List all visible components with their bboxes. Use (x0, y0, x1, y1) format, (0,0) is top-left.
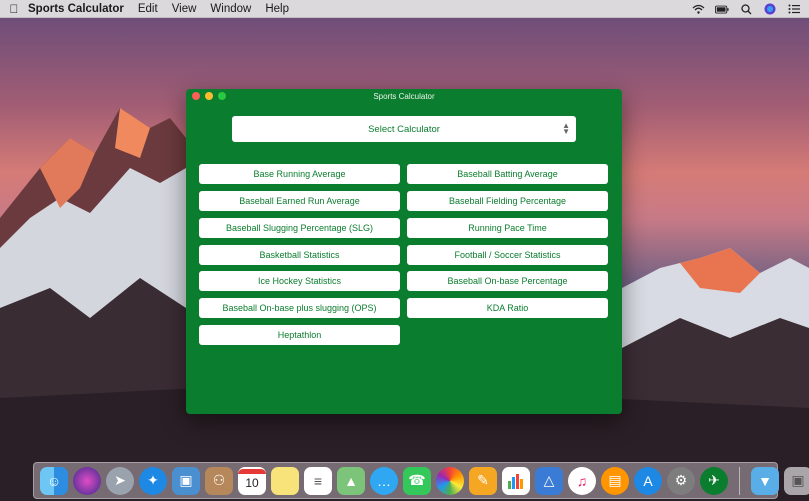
notification-center-icon[interactable] (787, 3, 801, 15)
calendar-day-label: 10 (245, 476, 259, 490)
keynote-icon[interactable]: △ (535, 466, 563, 495)
calc-button-baseball-slugging-percentage[interactable]: Baseball Slugging Percentage (SLG) (199, 218, 400, 238)
menu-window[interactable]: Window (210, 3, 251, 15)
select-calculator-dropdown[interactable]: Select Calculator ▲ ▼ (232, 116, 576, 142)
trash-icon[interactable]: ▣ (784, 466, 809, 495)
calendar-icon[interactable]: 10 (238, 466, 266, 495)
preview-icon[interactable]: ▣ (172, 466, 200, 495)
calc-button-running-pace-time[interactable]: Running Pace Time (407, 218, 608, 238)
window-title: Sports Calculator (373, 91, 435, 101)
menu-bar:  Sports Calculator Edit View Window Hel… (0, 0, 809, 18)
launchpad-icon[interactable]: ➤ (106, 466, 134, 495)
select-calculator-label: Select Calculator (368, 123, 440, 135)
calc-button-heptathlon[interactable]: Heptathlon (199, 325, 400, 345)
menu-view[interactable]: View (172, 3, 197, 15)
dock: ☺ ➤ ✦ ▣ ⚇ 10 ≡ ▲ … ☎ ✎ △ ♫ ▤ A ⚙ ✈ ▼ ▣ (33, 462, 809, 499)
apple-menu-icon[interactable]:  (0, 2, 28, 16)
window-controls (192, 92, 226, 100)
reminders-icon[interactable]: ≡ (304, 466, 332, 495)
menu-edit[interactable]: Edit (138, 3, 158, 15)
close-window-button[interactable] (192, 92, 200, 100)
menu-help[interactable]: Help (265, 3, 289, 15)
minimize-window-button[interactable] (205, 92, 213, 100)
zoom-window-button[interactable] (218, 92, 226, 100)
sports-calculator-icon[interactable]: ✈ (700, 466, 728, 495)
calc-button-kda-ratio[interactable]: KDA Ratio (407, 298, 608, 318)
app-name-menu[interactable]: Sports Calculator (28, 3, 124, 15)
calc-button-baseball-fielding-percentage[interactable]: Baseball Fielding Percentage (407, 191, 608, 211)
maps-icon[interactable]: ▲ (337, 466, 365, 495)
contacts-icon[interactable]: ⚇ (205, 466, 233, 495)
photos-icon[interactable] (436, 466, 464, 495)
system-preferences-icon[interactable]: ⚙ (667, 466, 695, 495)
battery-icon[interactable] (715, 3, 729, 15)
ibooks-icon[interactable]: ▤ (601, 466, 629, 495)
calc-button-basketball-statistics[interactable]: Basketball Statistics (199, 245, 400, 265)
sports-calculator-window: Sports Calculator Select Calculator ▲ ▼ B… (186, 89, 622, 414)
updown-chevron-icon: ▲ ▼ (562, 121, 570, 136)
siri-menubar-icon[interactable] (763, 3, 777, 15)
wifi-icon[interactable] (691, 3, 705, 15)
spotlight-search-icon[interactable] (739, 3, 753, 15)
calc-button-base-running-average[interactable]: Base Running Average (199, 164, 400, 184)
notes-icon[interactable] (271, 466, 299, 495)
calc-button-baseball-ops[interactable]: Baseball On-base plus slugging (OPS) (199, 298, 400, 318)
app-store-icon[interactable]: A (634, 466, 662, 495)
safari-icon[interactable]: ✦ (139, 466, 167, 495)
pages-icon[interactable]: ✎ (469, 466, 497, 495)
itunes-icon[interactable]: ♫ (568, 466, 596, 495)
siri-icon[interactable] (73, 466, 101, 495)
calc-button-baseball-on-base-percentage[interactable]: Baseball On-base Percentage (407, 271, 608, 291)
facetime-icon[interactable]: ☎ (403, 466, 431, 495)
downloads-folder-icon[interactable]: ▼ (751, 466, 779, 495)
window-titlebar[interactable]: Sports Calculator (186, 89, 622, 103)
calc-button-ice-hockey-statistics[interactable]: Ice Hockey Statistics (199, 271, 400, 291)
finder-icon[interactable]: ☺ (40, 466, 68, 495)
numbers-icon[interactable] (502, 466, 530, 495)
calc-button-baseball-earned-run-average[interactable]: Baseball Earned Run Average (199, 191, 400, 211)
calc-button-baseball-batting-average[interactable]: Baseball Batting Average (407, 164, 608, 184)
calc-button-football-soccer-statistics[interactable]: Football / Soccer Statistics (407, 245, 608, 265)
messages-icon[interactable]: … (370, 466, 398, 495)
dock-separator (739, 466, 740, 495)
